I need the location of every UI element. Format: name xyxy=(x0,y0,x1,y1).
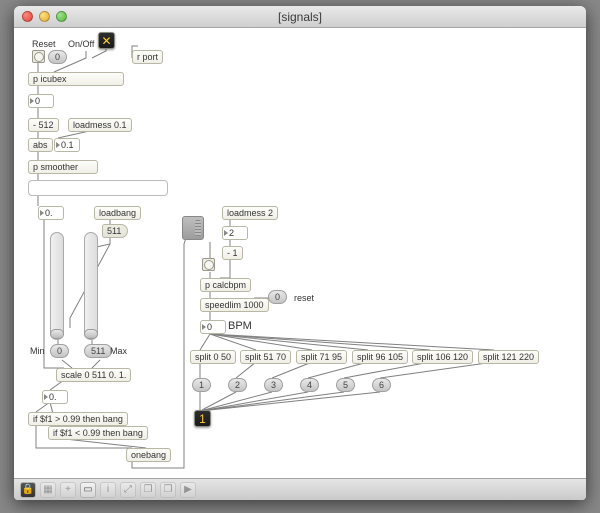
patch-canvas[interactable]: Reset On/Off 0 ✕ r port p icubex 0 - 512… xyxy=(14,28,586,478)
split-3[interactable]: split 96 105 xyxy=(352,350,408,364)
reset-comment: reset xyxy=(294,293,314,303)
num-c[interactable]: 0. xyxy=(42,390,68,404)
patch-wires xyxy=(14,28,586,478)
p-calcbpm[interactable]: p calcbpm xyxy=(200,278,251,292)
onoff-label: On/Off xyxy=(68,39,94,49)
num-a[interactable]: 0 xyxy=(28,94,54,108)
min-value[interactable]: 0 xyxy=(50,344,69,358)
msg-511[interactable]: 511 xyxy=(102,224,128,238)
num-01[interactable]: 0.1 xyxy=(54,138,80,152)
bpm-label: BPM xyxy=(228,320,252,332)
split-2[interactable]: split 71 95 xyxy=(296,350,347,364)
lock-button[interactable]: 🔒 xyxy=(20,482,36,498)
split-0[interactable]: split 0 50 xyxy=(190,350,236,364)
minus-1[interactable]: - 1 xyxy=(222,246,243,260)
loadmess-01[interactable]: loadmess 0.1 xyxy=(68,118,132,132)
slider-max[interactable] xyxy=(84,232,98,340)
zero-pill[interactable]: 0 xyxy=(48,50,67,64)
zoom-button[interactable]: ⤢ xyxy=(120,482,136,498)
new-message-button[interactable]: + xyxy=(60,482,76,498)
bpm-num[interactable]: 0 xyxy=(200,320,226,334)
if-lt[interactable]: if $f1 < 0.99 then bang xyxy=(48,426,148,440)
reset-label: Reset xyxy=(32,39,56,49)
slider-min[interactable] xyxy=(50,232,64,340)
titlebar[interactable]: [signals] xyxy=(14,6,586,28)
presentation-button[interactable]: ▭ xyxy=(80,482,96,498)
doc-button[interactable]: ❐ xyxy=(140,482,156,498)
num-b[interactable]: 0. xyxy=(38,206,64,220)
p-smoother[interactable]: p smoother xyxy=(28,160,98,174)
ezdac-panel[interactable] xyxy=(182,216,204,240)
max-window: [signals] xyxy=(14,6,586,500)
if-gt[interactable]: if $f1 > 0.99 then bang xyxy=(28,412,128,426)
r-port-object[interactable]: r port xyxy=(132,50,163,64)
out-pill-6[interactable]: 6 xyxy=(372,378,391,392)
loadmess-2[interactable]: loadmess 2 xyxy=(222,206,278,220)
out-pill-5[interactable]: 5 xyxy=(336,378,355,392)
bang-right[interactable] xyxy=(202,258,215,271)
split-5[interactable]: split 121 220 xyxy=(478,350,539,364)
num-2[interactable]: 2 xyxy=(222,226,248,240)
bottom-toolbar: 🔒 ▦ + ▭ i ⤢ ❐ ❐ ▶ xyxy=(14,478,586,500)
out-toggle[interactable]: 1 xyxy=(194,410,211,427)
speedlim[interactable]: speedlim 1000 xyxy=(200,298,269,312)
reset-pill[interactable]: 0 xyxy=(268,290,287,304)
minus-512[interactable]: - 512 xyxy=(28,118,59,132)
out-pill-3[interactable]: 3 xyxy=(264,378,283,392)
max-value[interactable]: 511 xyxy=(84,344,112,358)
reset-bang[interactable] xyxy=(32,50,45,63)
play-button[interactable]: ▶ xyxy=(180,482,196,498)
window-title: [signals] xyxy=(14,10,586,24)
max-label: Max xyxy=(110,346,127,356)
out-pill-1[interactable]: 1 xyxy=(192,378,211,392)
out-pill-2[interactable]: 2 xyxy=(228,378,247,392)
split-1[interactable]: split 51 70 xyxy=(240,350,291,364)
split-4[interactable]: split 106 120 xyxy=(412,350,473,364)
onoff-toggle[interactable]: ✕ xyxy=(98,32,115,49)
display-box xyxy=(28,180,168,196)
new-object-button[interactable]: ▦ xyxy=(40,482,56,498)
inspector-button[interactable]: i xyxy=(100,482,116,498)
doc2-button[interactable]: ❐ xyxy=(160,482,176,498)
p-icubex[interactable]: p icubex xyxy=(28,72,124,86)
bpm-strip xyxy=(198,318,558,334)
scale-object[interactable]: scale 0 511 0. 1. xyxy=(56,368,131,382)
out-pill-4[interactable]: 4 xyxy=(300,378,319,392)
out-toggle-value: 1 xyxy=(199,413,206,425)
loadbang[interactable]: loadbang xyxy=(94,206,141,220)
onebang[interactable]: onebang xyxy=(126,448,171,462)
abs-object[interactable]: abs xyxy=(28,138,53,152)
min-label: Min xyxy=(30,346,45,356)
